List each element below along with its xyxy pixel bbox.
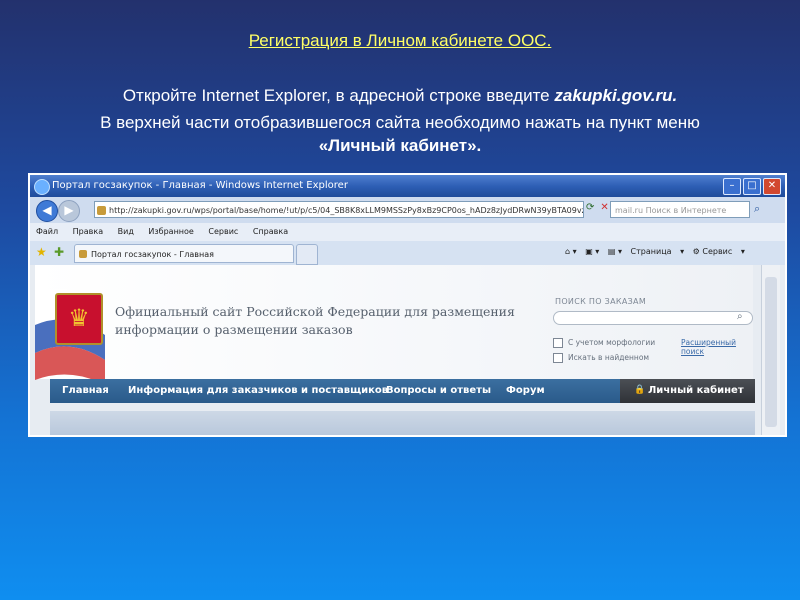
minimize-button[interactable]: – xyxy=(723,178,741,195)
web-page: ♛ Официальный сайт Российской Федерации … xyxy=(30,265,785,435)
maximize-button[interactable]: □ xyxy=(743,178,761,195)
site-title: Официальный сайт Российской Федерации дл… xyxy=(115,303,515,339)
order-search-header: ПОИСК ПО ЗАКАЗАМ xyxy=(555,297,647,306)
menu-bar: Файл Правка Вид Избранное Сервис Справка xyxy=(30,223,785,241)
window-title: Портал госзакупок - Главная - Windows In… xyxy=(52,180,348,191)
menu-help[interactable]: Справка xyxy=(253,227,288,236)
tab-row: ★ ✚ Портал госзакупок - Главная ⌂ ▾ ▣ ▾ … xyxy=(30,241,785,266)
lock-icon: 🔒 xyxy=(634,385,646,395)
feeds-icon[interactable]: ▣ ▾ xyxy=(585,247,599,256)
tools-menu-label: Сервис xyxy=(702,247,733,256)
page-menu[interactable]: Страница ▾ xyxy=(631,247,685,256)
tools-menu[interactable]: ⚙ Сервис ▾ xyxy=(693,247,745,256)
personal-cabinet-label: Личный кабинет xyxy=(648,385,744,396)
site-title-line-1: Официальный сайт Российской Федерации дл… xyxy=(115,304,515,319)
refresh-icon[interactable]: ⟳ xyxy=(586,202,594,213)
nav-home[interactable]: Главная xyxy=(62,385,109,396)
menu-file[interactable]: Файл xyxy=(36,227,58,236)
scrollbar-thumb[interactable] xyxy=(765,277,777,427)
personal-cabinet-button[interactable]: 🔒 Личный кабинет xyxy=(620,379,755,403)
search-found-label: Искать в найденном xyxy=(568,353,650,362)
address-bar[interactable]: http://zakupki.gov.ru/wps/portal/base/ho… xyxy=(94,201,584,218)
nav-info[interactable]: Информация для заказчиков и поставщиков xyxy=(128,385,388,396)
address-text: http://zakupki.gov.ru/wps/portal/base/ho… xyxy=(109,206,584,215)
search-found-checkbox[interactable] xyxy=(553,353,563,363)
nav-faq[interactable]: Вопросы и ответы xyxy=(386,385,491,396)
forward-button[interactable]: ▶ xyxy=(58,200,80,222)
page-menu-label: Страница xyxy=(630,247,672,256)
print-icon[interactable]: ▤ ▾ xyxy=(608,247,622,256)
close-button[interactable]: ✕ xyxy=(763,178,781,195)
command-bar: ⌂ ▾ ▣ ▾ ▤ ▾ Страница ▾ ⚙ Сервис ▾ xyxy=(565,247,751,256)
favorites-star-icon[interactable]: ★ xyxy=(36,245,47,259)
site-address-text: zakupki.gov.ru. xyxy=(554,86,678,105)
stop-icon[interactable]: ✕ xyxy=(600,202,608,213)
morphology-checkbox[interactable] xyxy=(553,338,563,348)
order-search-icon[interactable]: ⌕ xyxy=(737,311,743,322)
window-controls: – □ ✕ xyxy=(723,178,781,195)
vertical-scrollbar[interactable] xyxy=(761,265,780,435)
instruction-line-3: «Личный кабинет». xyxy=(318,136,482,155)
tab-favicon-icon xyxy=(79,250,87,258)
menu-view[interactable]: Вид xyxy=(118,227,134,236)
menu-favorites[interactable]: Избранное xyxy=(148,227,193,236)
advanced-search-link[interactable]: Расширенный поиск xyxy=(681,338,753,356)
order-search-input[interactable] xyxy=(553,311,753,325)
address-toolbar: ◀ ▶ http://zakupki.gov.ru/wps/portal/bas… xyxy=(30,197,785,223)
morphology-label: С учетом морфологии xyxy=(568,338,656,347)
add-favorites-icon[interactable]: ✚ xyxy=(54,245,64,259)
nav-forum[interactable]: Форум xyxy=(506,385,545,396)
page-favicon-icon xyxy=(97,206,106,215)
content-strip xyxy=(50,411,755,435)
instruction-text: Откройте Internet Explorer, в адресной с… xyxy=(122,86,555,105)
instruction-line-2: В верхней части отобразившегося сайта не… xyxy=(100,113,700,132)
window-titlebar: Портал госзакупок - Главная - Windows In… xyxy=(30,175,785,197)
back-button[interactable]: ◀ xyxy=(36,200,58,222)
slide-title: Регистрация в Личном кабинете ООС. xyxy=(248,31,552,50)
site-banner: ♛ Официальный сайт Российской Федерации … xyxy=(35,265,753,385)
tab-portal[interactable]: Портал госзакупок - Главная xyxy=(74,244,294,263)
search-input[interactable]: mail.ru Поиск в Интернете xyxy=(610,201,750,218)
coat-of-arms-icon: ♛ xyxy=(55,293,103,345)
site-nav: Главная Информация для заказчиков и пост… xyxy=(50,379,755,403)
search-icon[interactable]: ⌕ xyxy=(754,202,760,216)
home-icon[interactable]: ⌂ ▾ xyxy=(565,247,577,256)
ie-logo-icon xyxy=(34,179,50,195)
browser-screenshot: Портал госзакупок - Главная - Windows In… xyxy=(28,173,787,437)
instruction-line-1: Откройте Internet Explorer, в адресной с… xyxy=(0,86,800,106)
site-title-line-2: информации о размещении заказов xyxy=(115,322,353,337)
menu-edit[interactable]: Правка xyxy=(73,227,103,236)
tab-label: Портал госзакупок - Главная xyxy=(91,250,214,259)
menu-tools[interactable]: Сервис xyxy=(208,227,238,236)
new-tab-button[interactable] xyxy=(296,244,318,265)
